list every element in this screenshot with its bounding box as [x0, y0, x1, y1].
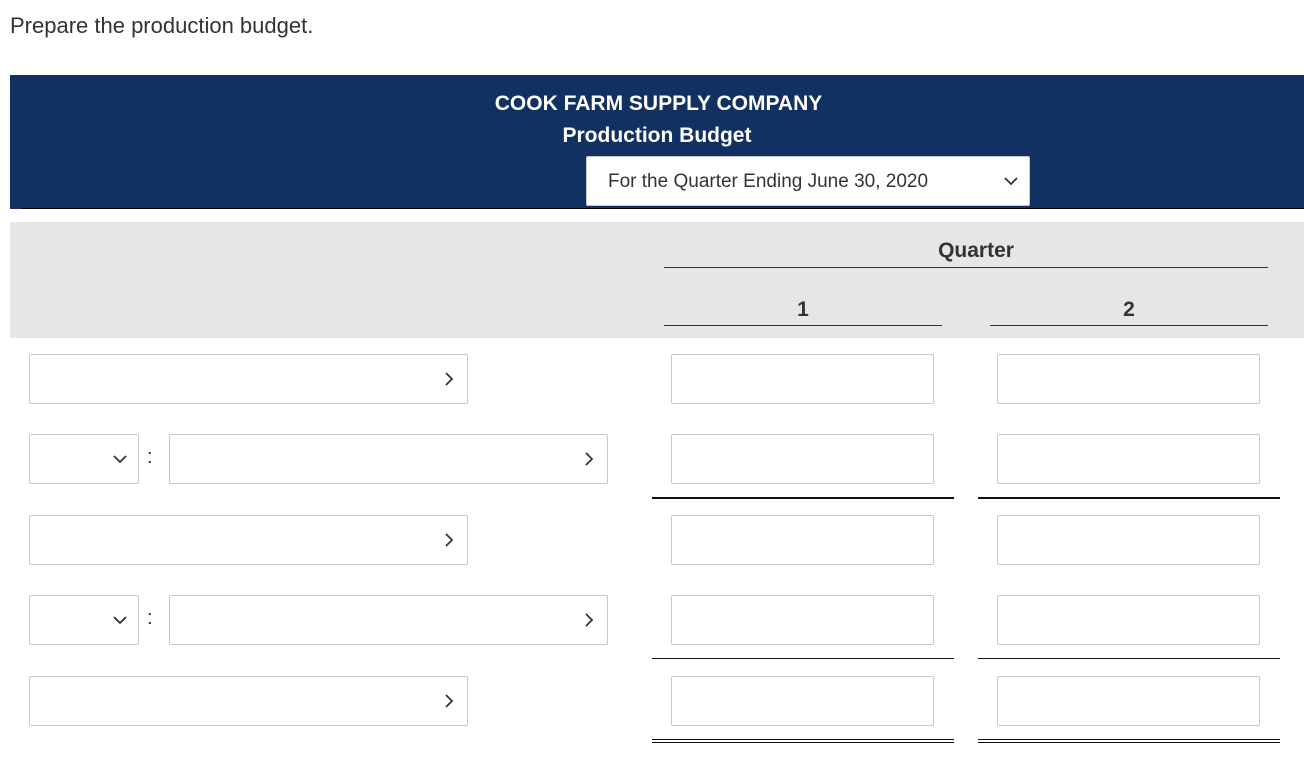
row-1-label-select[interactable] — [29, 354, 468, 404]
chevron-right-icon — [445, 533, 454, 547]
column-label-1: 1 — [797, 298, 809, 321]
instruction-text: Prepare the production budget. — [10, 13, 314, 38]
column-header-band: Quarter 1 2 — [10, 222, 1304, 338]
row-4-separator: : — [147, 607, 153, 629]
period-select[interactable]: For the Quarter Ending June 30, 2020 — [586, 156, 1030, 206]
quarter-group-rule — [664, 267, 1268, 268]
chevron-right-icon — [445, 694, 454, 708]
row-4-label-select[interactable] — [169, 595, 608, 645]
row-5-quarter-2-input[interactable] — [997, 676, 1260, 726]
row-2-separator: : — [147, 446, 153, 468]
total-double-rule-1a — [652, 739, 954, 740]
budget-title: Production Budget — [562, 124, 752, 147]
company-name: COOK FARM SUPPLY COMPANY — [494, 92, 823, 115]
total-double-rule-1b — [652, 742, 954, 743]
chevron-right-icon — [585, 452, 594, 466]
chevron-down-icon — [113, 616, 127, 625]
total-double-rule-2b — [978, 742, 1280, 743]
header-divider — [22, 208, 1304, 209]
row-3-quarter-2-input[interactable] — [997, 515, 1260, 565]
row-1-quarter-1-input[interactable] — [671, 354, 934, 404]
row-1-quarter-2-input[interactable] — [997, 354, 1260, 404]
chevron-down-icon — [113, 455, 127, 464]
total-double-rule-2a — [978, 739, 1280, 740]
row-4-quarter-2-input[interactable] — [997, 595, 1260, 645]
column-rule-1 — [664, 325, 942, 326]
row-2-label-select[interactable] — [169, 434, 608, 484]
quarter-group-label: Quarter — [938, 239, 1014, 262]
chevron-right-icon — [445, 372, 454, 386]
subtotal-rule-1 — [652, 497, 954, 499]
row-5-label-select[interactable] — [29, 676, 468, 726]
chevron-right-icon — [585, 613, 594, 627]
budget-header: COOK FARM SUPPLY COMPANY Production Budg… — [10, 75, 1304, 209]
row-2-quarter-1-input[interactable] — [671, 434, 934, 484]
row-2-prefix-select[interactable] — [29, 434, 139, 484]
row-4-quarter-1-input[interactable] — [671, 595, 934, 645]
column-rule-2 — [990, 325, 1268, 326]
column-label-2: 2 — [1123, 298, 1135, 321]
row-3-label-select[interactable] — [29, 515, 468, 565]
row-5-quarter-1-input[interactable] — [671, 676, 934, 726]
chevron-down-icon — [1004, 177, 1018, 186]
subtotal-rule-3 — [652, 658, 954, 659]
subtotal-rule-4 — [978, 658, 1280, 659]
row-2-quarter-2-input[interactable] — [997, 434, 1260, 484]
period-select-value: For the Quarter Ending June 30, 2020 — [608, 171, 929, 192]
row-3-quarter-1-input[interactable] — [671, 515, 934, 565]
subtotal-rule-2 — [978, 497, 1280, 499]
row-4-prefix-select[interactable] — [29, 595, 139, 645]
